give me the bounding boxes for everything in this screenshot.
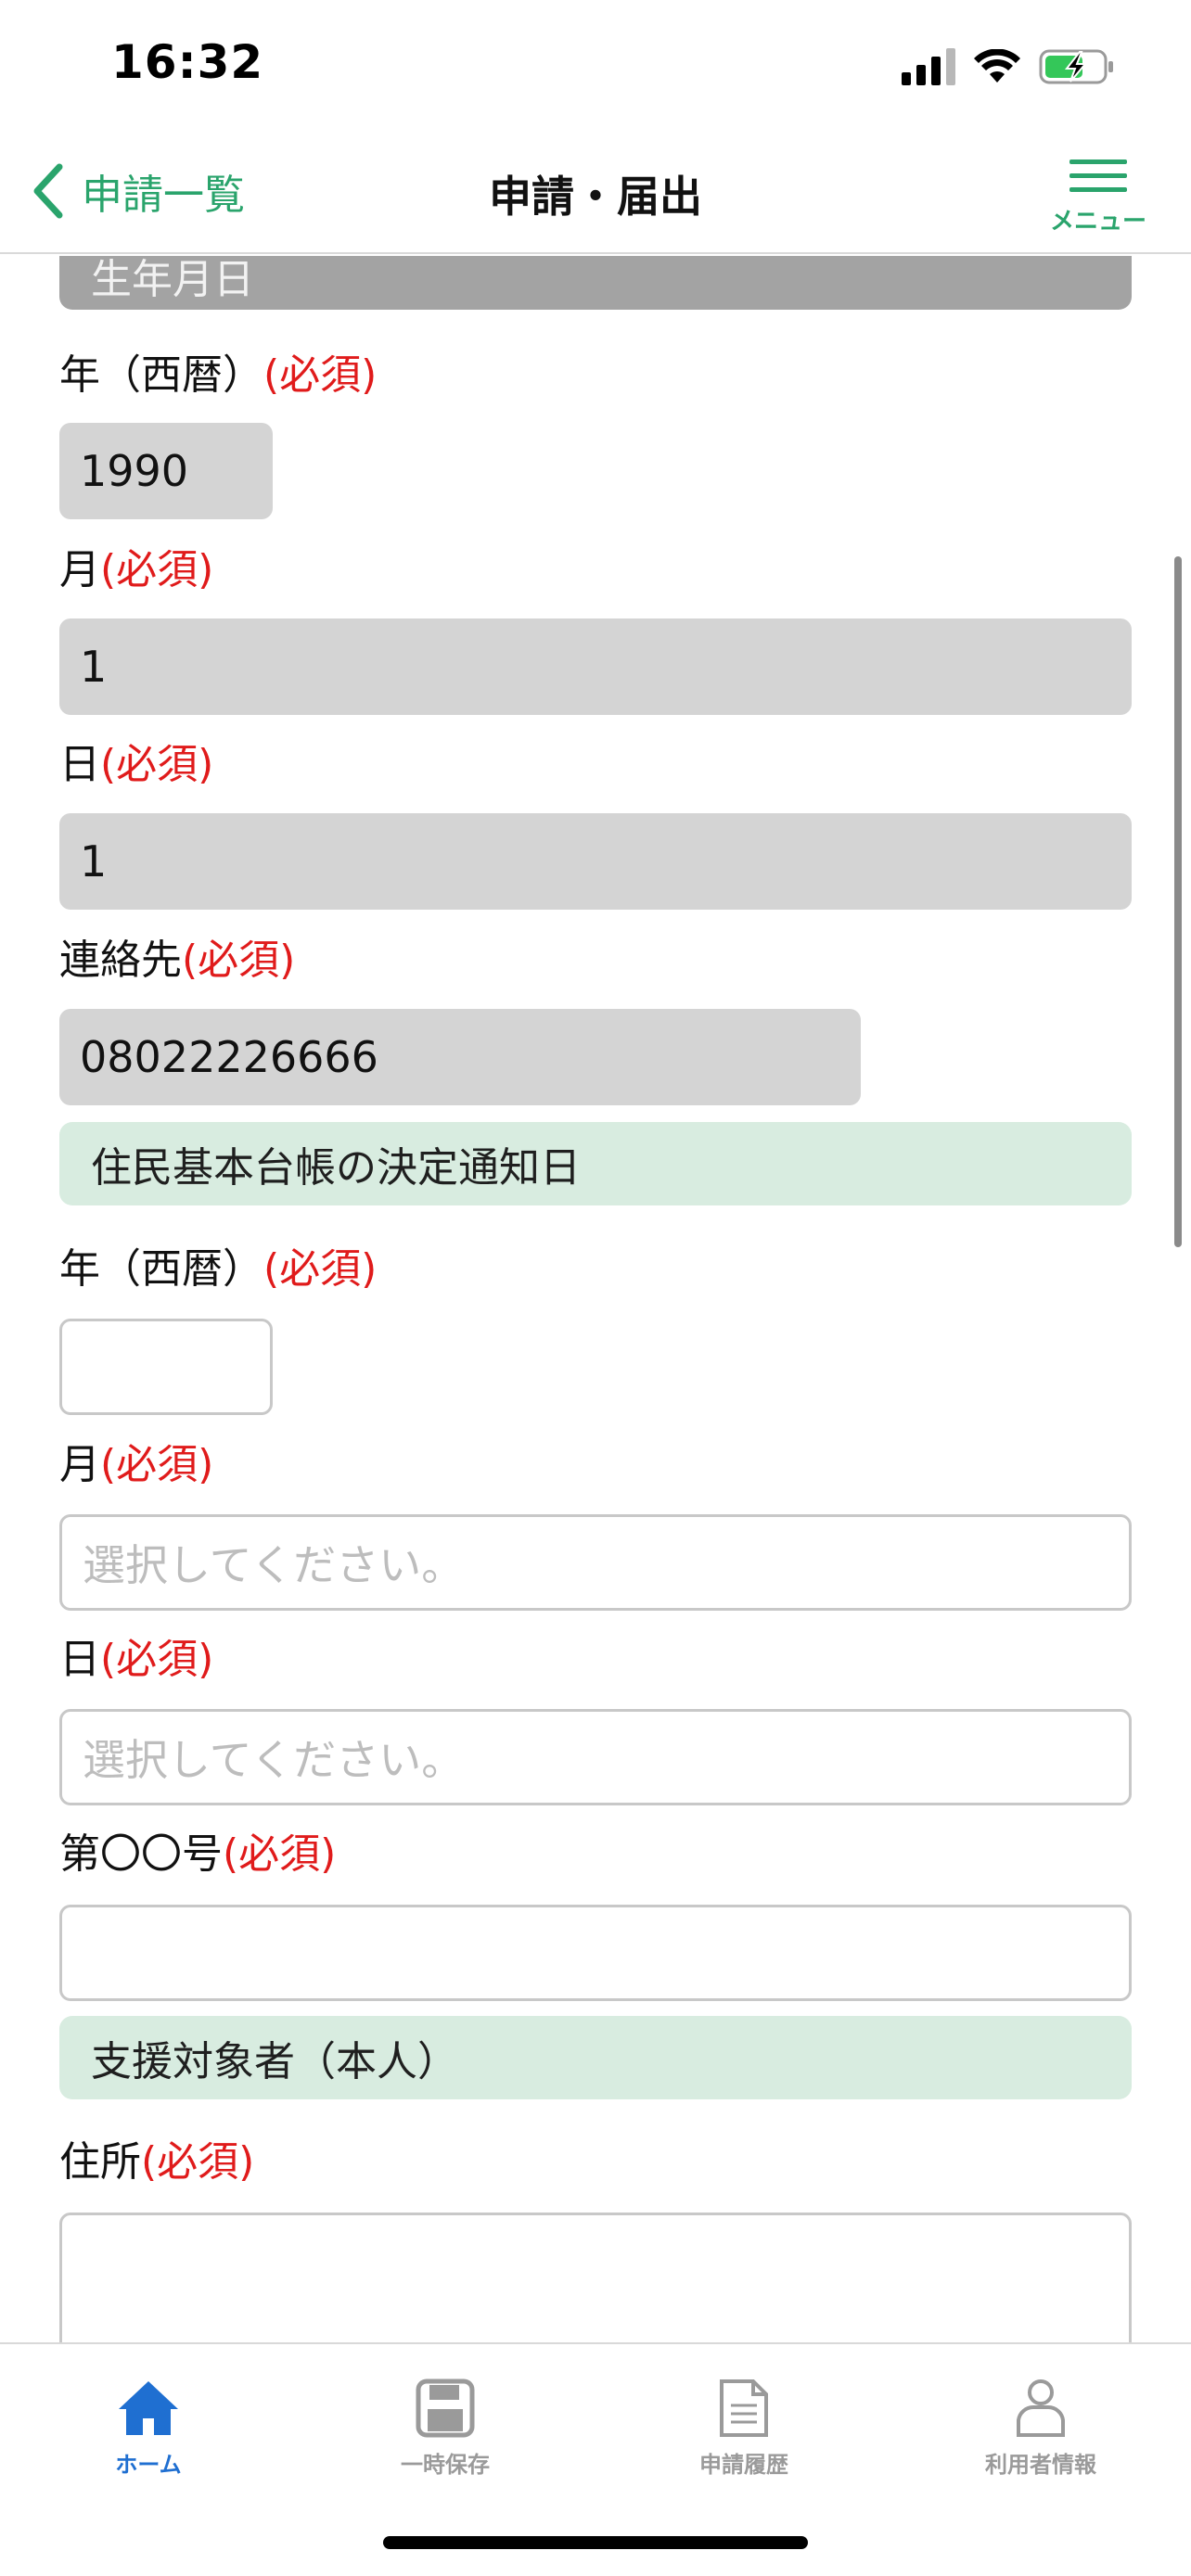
notice-day-select[interactable]: 選択してください。	[59, 1709, 1132, 1805]
tab-home[interactable]: ホーム	[46, 2378, 250, 2479]
wifi-icon	[974, 49, 1020, 83]
page-title: 申請・届出	[489, 172, 702, 222]
required-mark: (必須)	[141, 2138, 255, 2186]
contact-label: 連絡先(必須)	[59, 937, 296, 984]
birth-year-field[interactable]: 1990	[59, 423, 273, 519]
navigation-bar: 申請一覧 申請・届出 メニュー	[0, 130, 1191, 254]
number-label: 第〇〇号(必須)	[59, 1830, 337, 1878]
required-mark: (必須)	[100, 1636, 214, 1683]
scrollbar[interactable]	[1174, 556, 1182, 1247]
address-label: 住所(必須)	[59, 2138, 255, 2186]
number-input[interactable]	[59, 1905, 1132, 2001]
birth-month-label: 月(必須)	[59, 546, 214, 593]
status-icons	[902, 46, 1115, 87]
status-bar: 16:32	[0, 0, 1191, 130]
required-mark: (必須)	[182, 937, 296, 984]
notice-day-label: 日(必須)	[59, 1636, 214, 1683]
section-title: 住民基本台帳の決定通知日	[91, 1144, 581, 1192]
tab-application-history[interactable]: 申請履歴	[642, 2378, 846, 2479]
required-mark: (必須)	[223, 1830, 337, 1878]
document-icon	[720, 2379, 768, 2437]
status-time: 16:32	[111, 35, 264, 89]
required-mark: (必須)	[100, 741, 214, 788]
menu-button[interactable]: メニュー	[1043, 158, 1154, 241]
required-mark: (必須)	[100, 1441, 214, 1488]
section-header-support-person: 支援対象者（本人）	[59, 2016, 1132, 2099]
section-title: 支援対象者（本人）	[91, 2038, 458, 2085]
notice-month-select[interactable]: 選択してください。	[59, 1514, 1132, 1611]
notice-year-input[interactable]	[59, 1319, 273, 1415]
birth-day-label: 日(必須)	[59, 741, 214, 788]
birth-month-field[interactable]: 1	[59, 618, 1132, 715]
section-header-notice-date: 住民基本台帳の決定通知日	[59, 1122, 1132, 1205]
birth-year-label: 年（西暦）(必須)	[59, 351, 378, 399]
required-mark: (必須)	[263, 1245, 378, 1293]
notice-month-label: 月(必須)	[59, 1441, 214, 1488]
tab-label: 申請履歴	[699, 2452, 788, 2478]
tab-label: 利用者情報	[985, 2452, 1096, 2478]
form-content[interactable]: 生年月日 年（西暦）(必須) 1990 月(必須) 1 日(必須) 1 連絡先(…	[0, 256, 1191, 2342]
birth-day-field[interactable]: 1	[59, 813, 1132, 910]
required-mark: (必須)	[263, 351, 378, 399]
section-title: 生年月日	[91, 256, 254, 303]
tab-label: 一時保存	[401, 2452, 490, 2478]
notice-year-label: 年（西暦）(必須)	[59, 1245, 378, 1293]
battery-charging-icon	[1039, 49, 1113, 84]
section-header-birthdate: 生年月日	[59, 256, 1132, 310]
address-textarea[interactable]	[59, 2213, 1132, 2342]
save-icon	[416, 2378, 475, 2438]
required-mark: (必須)	[100, 546, 214, 593]
contact-field[interactable]: 08022226666	[59, 1009, 861, 1105]
cellular-signal-icon	[902, 48, 955, 85]
tab-user-info[interactable]: 利用者情報	[939, 2378, 1143, 2479]
tab-temporary-save[interactable]: 一時保存	[343, 2378, 547, 2479]
tab-label: ホーム	[115, 2452, 182, 2478]
menu-label: メニュー	[1049, 208, 1146, 236]
hamburger-icon	[1069, 158, 1127, 195]
home-icon	[119, 2381, 178, 2435]
user-icon	[1017, 2379, 1065, 2437]
home-indicator	[383, 2536, 808, 2549]
